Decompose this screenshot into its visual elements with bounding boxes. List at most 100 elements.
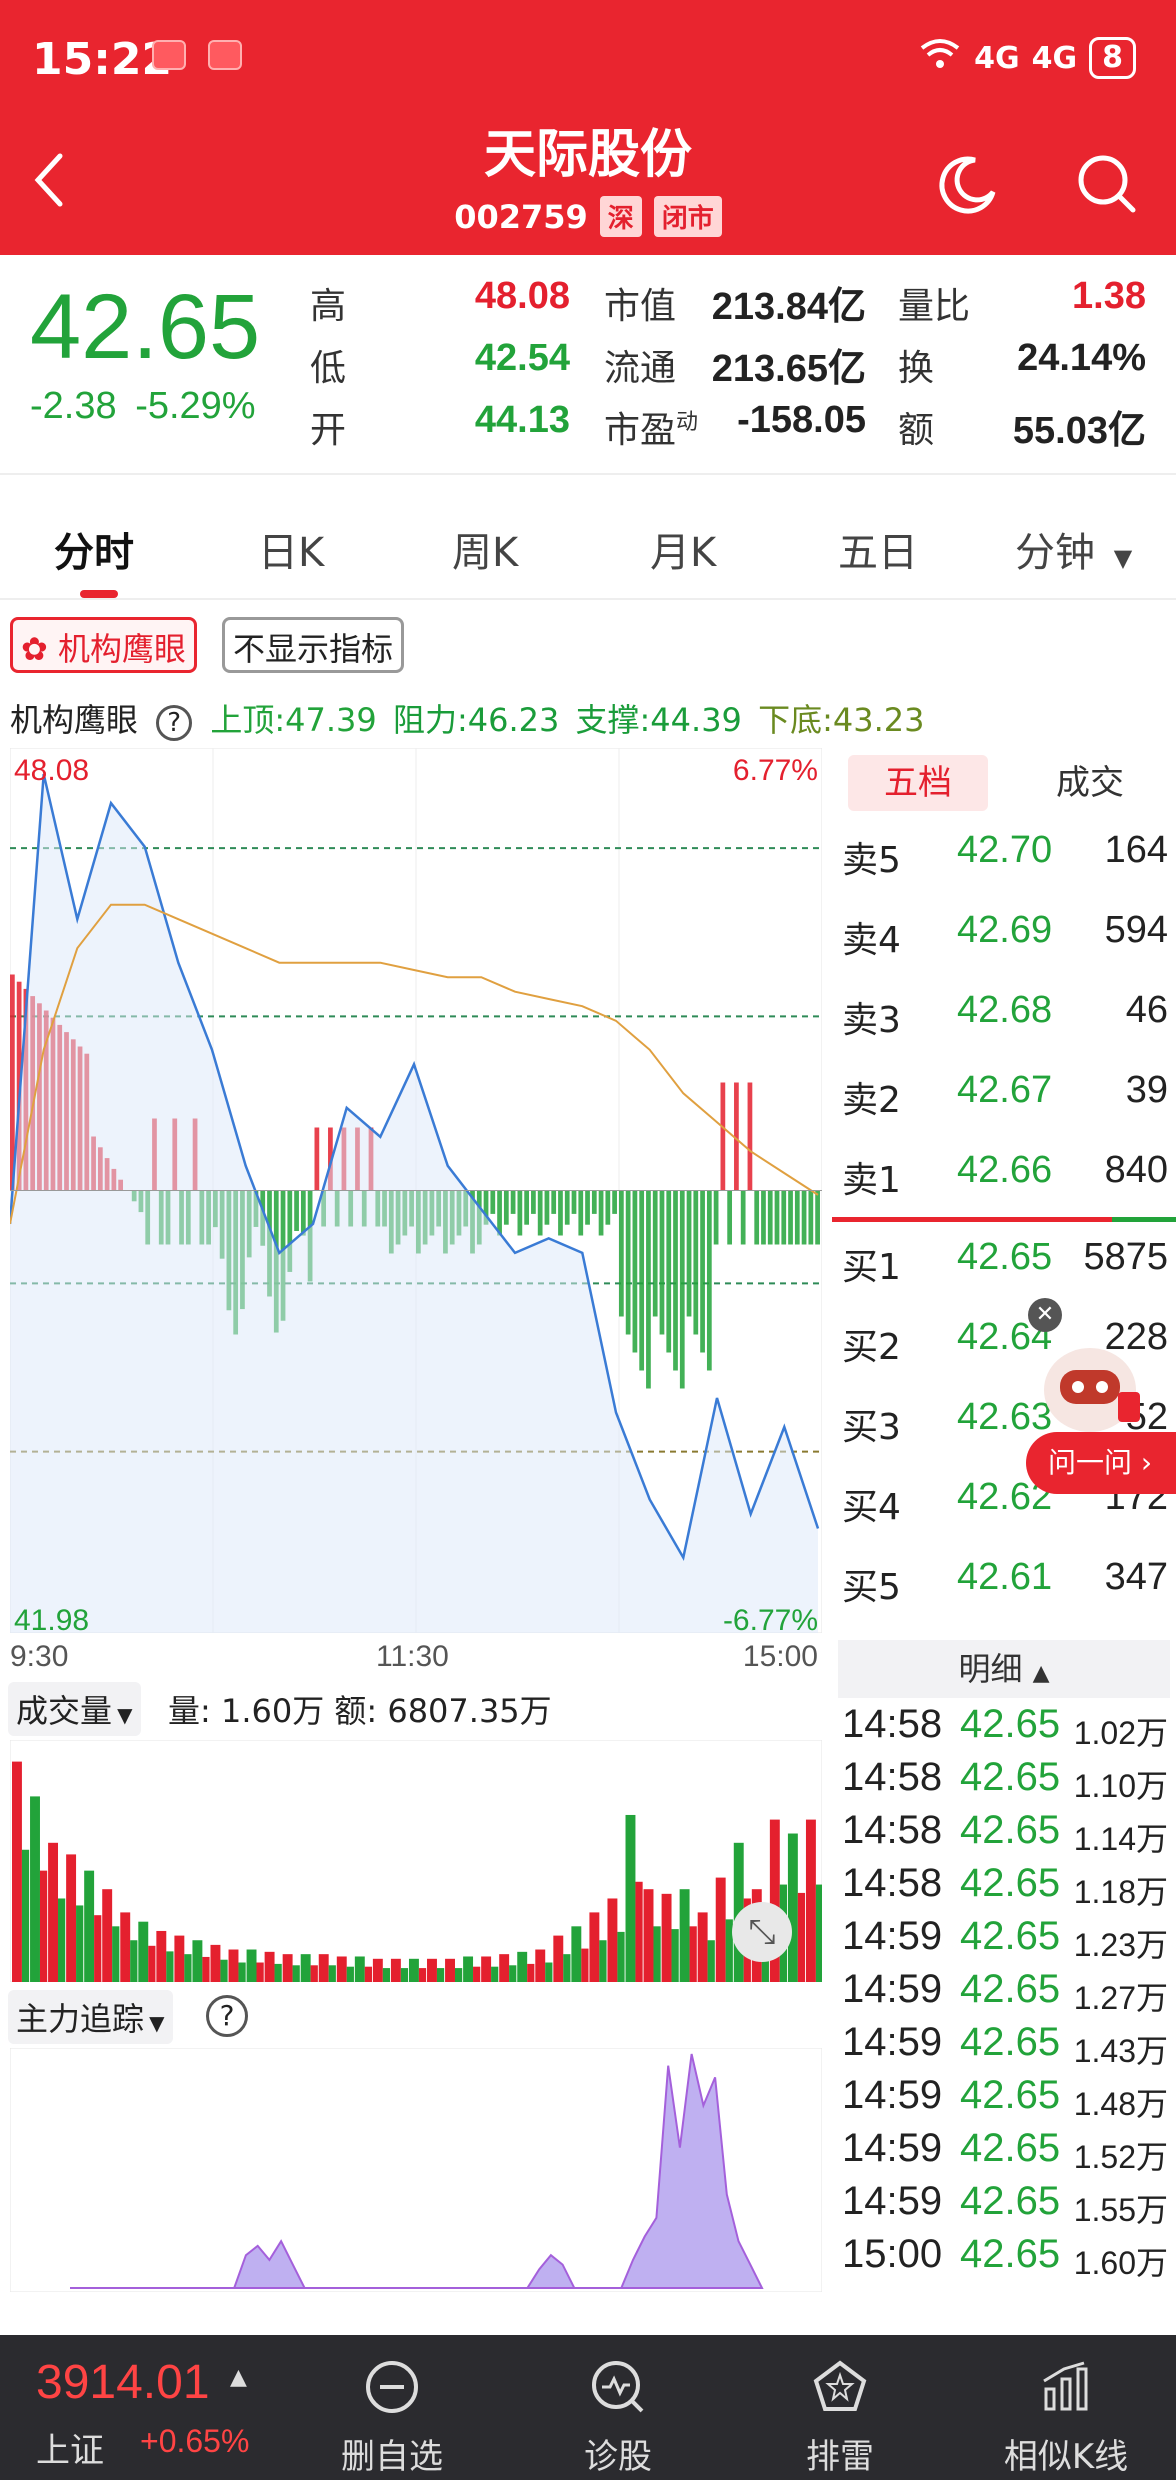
ask-level-label: 卖4	[842, 920, 901, 961]
pentagon-star-icon	[812, 2360, 868, 2419]
flow-bar	[808, 1190, 814, 1245]
ask-row[interactable]: 卖3 42.68 46	[842, 975, 1168, 1055]
bid-row[interactable]: 买5 42.61 347	[842, 1542, 1168, 1622]
diagnose-button[interactable]: 诊股	[528, 2359, 708, 2478]
tick-price: 42.65	[960, 1914, 1061, 1958]
volume-bar	[84, 1870, 95, 1982]
tick-time: 14:59	[842, 1914, 943, 1958]
signal-icon: 4G	[1031, 40, 1078, 76]
last-price: 42.65	[30, 276, 261, 378]
high-value: 48.08	[474, 275, 570, 317]
help-icon[interactable]: ?	[206, 1995, 248, 2037]
flow-bar	[490, 1190, 496, 1214]
intraday-chart[interactable]: 48.08 6.77% 41.98 -6.77% 9:30 11:30 15:0…	[8, 747, 823, 1673]
similar-k-button[interactable]: 相似K线	[976, 2359, 1156, 2478]
flow-bar	[551, 1190, 557, 1214]
tick-row: 14:58 42.65 1.14万	[842, 1804, 1168, 1857]
remove-watchlist-label: 删自选	[341, 2437, 443, 2477]
search-icon[interactable]	[1075, 152, 1139, 220]
bid-row[interactable]: 买1 42.65 5875	[842, 1222, 1168, 1302]
ask-row[interactable]: 卖5 42.70 164	[842, 815, 1168, 895]
flow-bar	[558, 1190, 563, 1236]
tick-volume: 1.48万	[1073, 2086, 1168, 2122]
tick-row: 14:59 42.65 1.52万	[842, 2122, 1168, 2175]
volume-bar	[563, 1954, 571, 1982]
volume-bar	[112, 1926, 120, 1982]
remove-watchlist-button[interactable]: 删自选	[302, 2359, 482, 2478]
flow-bar	[632, 1190, 638, 1353]
volume-bar	[418, 1968, 427, 1982]
volume-ratio-value: 1.38	[1072, 275, 1146, 317]
tick-price: 42.65	[960, 2179, 1061, 2223]
ask-row[interactable]: 卖2 42.67 39	[842, 1055, 1168, 1135]
volume-bar	[491, 1966, 499, 1982]
volume-bar	[473, 1966, 481, 1982]
volume-bar	[535, 1949, 546, 1982]
flow-bar	[679, 1190, 685, 1389]
volume-bar	[408, 1958, 419, 1982]
flow-bar	[503, 1190, 509, 1225]
flow-bar	[815, 1190, 820, 1245]
tab-five-day[interactable]: 五日	[838, 520, 918, 578]
battery-icon: 8	[1089, 37, 1136, 79]
volume-bar	[228, 1949, 239, 1982]
volume-bar	[599, 1940, 607, 1982]
assistant-mascot-icon[interactable]	[1030, 1330, 1150, 1440]
tab-minute[interactable]: 分钟 ▼	[1015, 520, 1132, 578]
flow-bar	[517, 1190, 523, 1236]
flow-bar	[706, 1190, 712, 1371]
ask-price: 42.69	[957, 909, 1053, 951]
expand-icon[interactable]: ⤡	[732, 1902, 792, 1962]
volume-chart[interactable]	[10, 1740, 822, 1982]
ask-button[interactable]: 问一问 ›	[1026, 1432, 1176, 1494]
chevron-down-icon: ▼	[1113, 544, 1133, 572]
night-mode-icon[interactable]	[935, 152, 999, 220]
flow-bar	[585, 1190, 590, 1225]
main-force-chart[interactable]	[10, 2048, 822, 2292]
tick-time: 14:58	[842, 1808, 943, 1852]
tab-five-level[interactable]: 五档	[848, 755, 988, 811]
bid-price: 42.61	[957, 1556, 1053, 1598]
tab-monthly-k[interactable]: 月K	[650, 520, 716, 578]
tab-daily-k[interactable]: 日K	[258, 520, 324, 578]
stock-detail-screen: 15:22 4G 4G 8 天际股份 002759 深 闭市 42.65 -2.…	[0, 0, 1176, 2480]
x-tick-end: 15:00	[742, 1640, 818, 1673]
tick-row: 14:59 42.65 1.23万	[842, 1910, 1168, 1963]
tick-volume: 1.14万	[1073, 1821, 1168, 1857]
change-pct: -5.29%	[135, 385, 256, 427]
tick-volume: 1.55万	[1073, 2192, 1168, 2228]
help-icon[interactable]: ?	[156, 705, 193, 741]
volume-bar	[292, 1965, 300, 1982]
ask-level-label: 卖5	[842, 840, 901, 881]
tab-intraday[interactable]: 分时	[54, 520, 134, 578]
eagle-eye-button[interactable]: ✿ 机构鹰眼	[10, 617, 197, 673]
volume-ratio-label: 量比	[898, 286, 971, 327]
volume-bar	[210, 1944, 221, 1982]
hide-indicator-button[interactable]: 不显示指标	[222, 617, 405, 673]
risk-scan-button[interactable]: 排雷	[750, 2359, 930, 2478]
low-value: 42.54	[474, 337, 570, 379]
pe-superscript: 动	[676, 410, 699, 435]
flow-bar	[767, 1190, 773, 1245]
ask-price: 42.66	[957, 1149, 1053, 1191]
ask-row[interactable]: 卖1 42.66 840	[842, 1135, 1168, 1215]
main-force-selector[interactable]: 主力追踪 ▼	[8, 1990, 173, 2044]
flow-bar	[794, 1190, 800, 1245]
flow-bar	[544, 1190, 550, 1225]
volume-bar	[679, 1889, 690, 1982]
float-value: 213.65亿	[711, 348, 866, 390]
volume-bar	[318, 1954, 329, 1982]
similar-k-label: 相似K线	[1003, 2437, 1129, 2477]
detail-header[interactable]: 明细 ▲	[838, 1640, 1170, 1698]
tick-time: 15:00	[842, 2232, 943, 2276]
ask-row[interactable]: 卖4 42.69 594	[842, 895, 1168, 975]
index-value[interactable]: 3914.01	[36, 2355, 210, 2410]
close-icon[interactable]: ✕	[1028, 1298, 1062, 1332]
tab-deals[interactable]: 成交	[1020, 755, 1160, 811]
tab-weekly-k[interactable]: 周K	[452, 520, 518, 578]
active-tab-indicator	[80, 590, 118, 598]
tick-price: 42.65	[960, 2020, 1061, 2064]
volume-bar	[715, 1877, 726, 1982]
tick-volume: 1.23万	[1073, 1927, 1168, 1963]
volume-selector[interactable]: 成交量 ▼	[8, 1682, 141, 1736]
